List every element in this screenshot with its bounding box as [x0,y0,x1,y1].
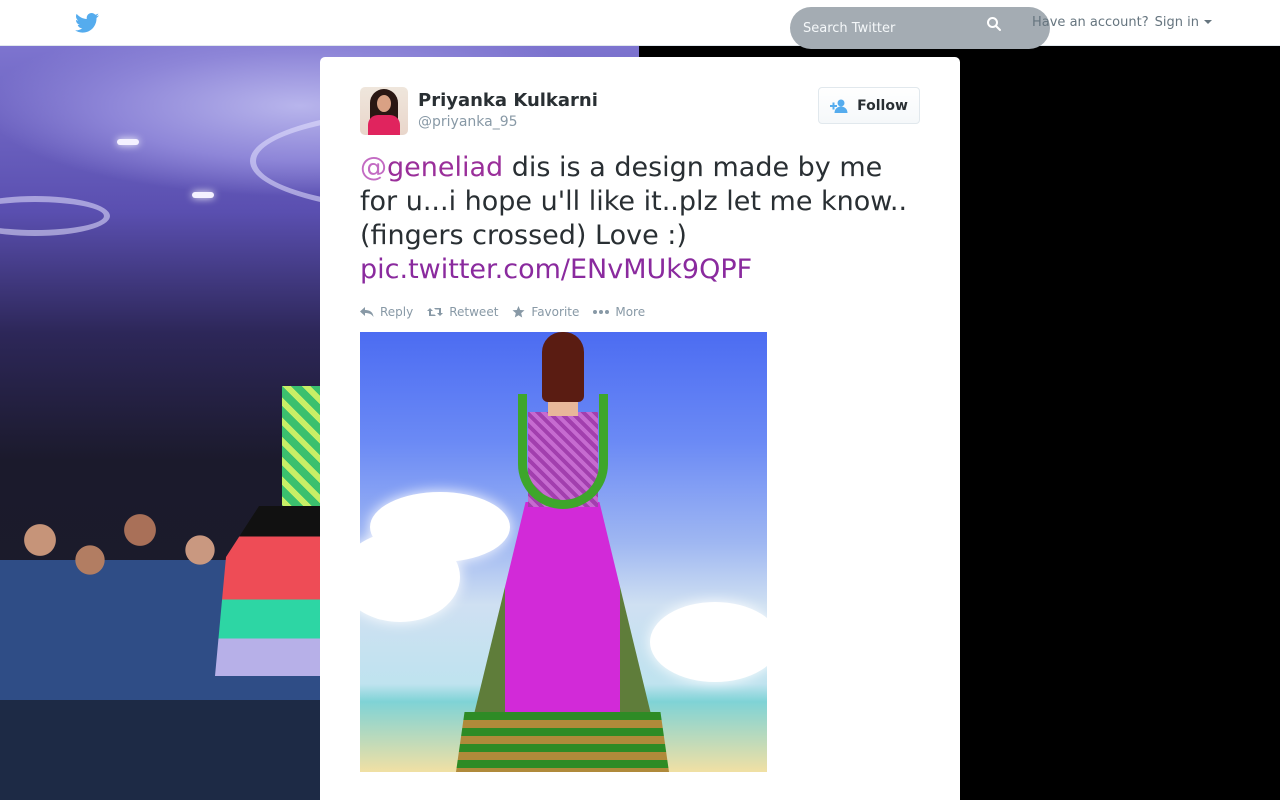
reply-icon [360,307,374,317]
avatar[interactable] [360,87,408,135]
more-dots-icon [593,310,610,314]
ceiling-ring [0,196,110,236]
model-top [282,386,324,516]
figure-hair [542,332,584,402]
avatar-outfit [368,115,400,135]
signin-label: Sign in [1154,15,1199,30]
gown-border [456,712,669,772]
account-prompt: Have an account? [1032,15,1149,30]
favorite-label: Favorite [531,305,580,319]
tweet-body-line2: (fingers crossed) Love :) [360,220,687,251]
follow-button[interactable]: Follow [818,87,920,124]
top-bar: Have an account? Sign in [0,0,1280,49]
star-icon [512,306,525,318]
account-area: Have an account? Sign in [1032,15,1212,30]
tweet-header: Priyanka Kulkarni @priyanka_95 Follow [360,87,920,135]
mention-link[interactable]: @geneliad [360,152,503,183]
favorite-action[interactable]: Favorite [512,305,579,319]
retweet-label: Retweet [449,305,499,319]
ceiling-light [117,139,139,145]
tweet-card: Priyanka Kulkarni @priyanka_95 Follow @g… [320,57,960,800]
tweet-actions: Reply Retweet Favorite More [360,303,920,321]
mention-at: @ [360,152,387,183]
ceiling-light [192,192,214,198]
more-label: More [615,305,646,319]
signin-link[interactable]: Sign in [1155,15,1212,30]
avatar-face [377,95,391,112]
tweet-media-image[interactable] [360,332,767,772]
reply-action[interactable]: Reply [360,305,413,319]
caret-down-icon [1203,20,1212,24]
pic-link[interactable]: pic.twitter.com/ENvMUk9QPF [360,254,752,285]
more-action[interactable]: More [593,305,645,319]
retweet-icon [427,308,444,316]
retweet-action[interactable]: Retweet [427,305,498,319]
mention-name: geneliad [387,152,504,183]
add-user-icon [830,99,848,113]
reply-label: Reply [380,305,414,319]
twitter-bird-icon[interactable] [75,13,99,33]
tweet-text: @geneliad dis is a design made by me for… [360,151,920,287]
search-input[interactable] [790,7,1050,49]
follow-label: Follow [857,97,908,114]
author-fullname[interactable]: Priyanka Kulkarni [418,90,598,111]
search-icon[interactable] [986,16,1002,32]
author-username[interactable]: @priyanka_95 [418,114,518,130]
cloud [650,602,767,682]
search-box [790,7,1050,49]
